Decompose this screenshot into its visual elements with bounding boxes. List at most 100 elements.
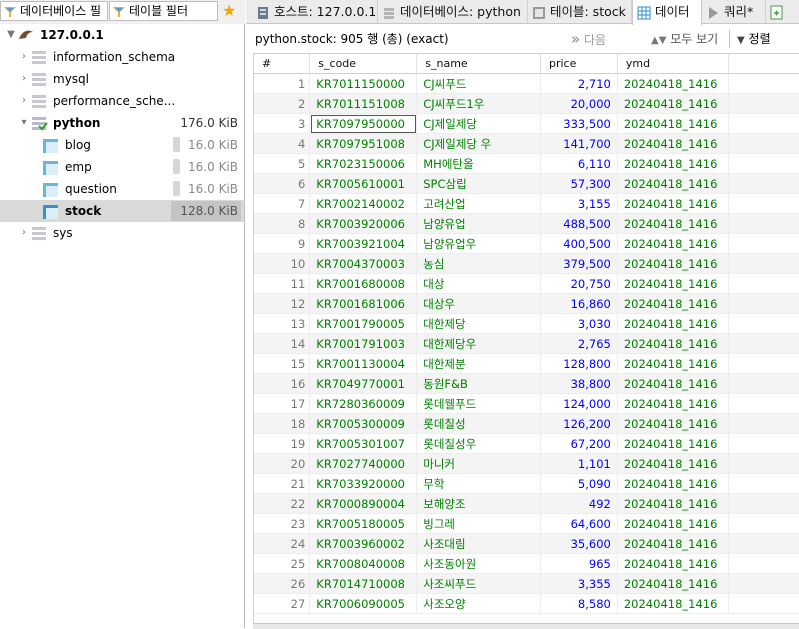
row-number-cell[interactable]: 8 [254,213,311,234]
table-row[interactable]: 4 KR7097951008 CJ제일제당 우 141,700 20240418_141… [254,133,799,154]
ymd-cell[interactable]: 20240418_1416 [617,493,729,514]
row-number-cell[interactable]: 13 [254,313,311,334]
row-number-cell[interactable]: 22 [254,493,311,514]
tree-table-blog[interactable]: blog 16.0 KiB [0,134,244,156]
s_name-cell[interactable]: 사조대림 [416,533,541,554]
horizontal-scrollbar[interactable] [253,623,799,629]
chevron-right-icon[interactable]: › [18,90,30,112]
s_code-cell[interactable]: KR7033920000 [309,473,418,494]
s_code-cell[interactable]: KR7005610001 [309,173,418,194]
s_name-cell[interactable]: 롯데칠성우 [416,433,541,454]
tree-db-performance-schema[interactable]: › performance_sche... [0,90,244,112]
s_name-cell[interactable]: 농심 [416,253,541,274]
s_code-cell[interactable]: KR7001791003 [309,333,418,354]
row-number-cell[interactable]: 9 [254,233,311,254]
s_code-cell[interactable]: KR7280360009 [309,393,418,414]
row-number-cell[interactable]: 6 [254,173,311,194]
s_name-cell[interactable]: 동원F&B [416,373,541,394]
price-cell[interactable]: 2,710 [540,73,618,94]
ymd-cell[interactable]: 20240418_1416 [617,473,729,494]
table-row[interactable]: 22 KR7000890004 보해양조 492 20240418_1416 [254,493,799,514]
s_code-cell[interactable]: KR7004370003 [309,253,418,274]
ymd-cell[interactable]: 20240418_1416 [617,113,729,134]
column-header-s_name[interactable]: s_name [416,54,541,74]
s_code-cell[interactable]: KR7005180005 [309,513,418,534]
sort-button[interactable]: ▼ 정렬 [737,30,771,47]
ymd-cell[interactable]: 20240418_1416 [617,533,729,554]
next-button[interactable]: » 다음 [571,30,606,48]
s_name-cell[interactable]: 대상우 [416,293,541,314]
table-row[interactable]: 6 KR7005610001 SPC삼립 57,300 20240418_1416 [254,173,799,194]
tree-db-mysql[interactable]: › mysql [0,68,244,90]
table-row[interactable]: 17 KR7280360009 롯데웰푸드 124,000 20240418_1416 [254,393,799,414]
row-number-cell[interactable]: 11 [254,273,311,294]
table-row[interactable]: 2 KR7011151008 CJ씨푸드1우 20,000 20240418_1416 [254,93,799,114]
s_name-cell[interactable]: 빙그레 [416,513,541,534]
price-cell[interactable]: 333,500 [540,113,618,134]
ymd-cell[interactable]: 20240418_1416 [617,393,729,414]
ymd-cell[interactable]: 20240418_1416 [617,573,729,594]
s_code-cell[interactable]: KR7097951008 [309,133,418,154]
row-number-cell[interactable]: 24 [254,533,311,554]
ymd-cell[interactable]: 20240418_1416 [617,333,729,354]
table-row[interactable]: 15 KR7001130004 대한제분 128,800 20240418_1416 [254,353,799,374]
table-row[interactable]: 1 KR7011150000 CJ씨푸드 2,710 20240418_1416 [254,73,799,94]
s_code-cell[interactable]: KR7003920006 [309,213,418,234]
s_code-cell[interactable]: KR7008040008 [309,553,418,574]
price-cell[interactable]: 128,800 [540,353,618,374]
row-number-cell[interactable]: 5 [254,153,311,174]
row-number-cell[interactable]: 3 [254,113,311,134]
price-cell[interactable]: 400,500 [540,233,618,254]
row-number-cell[interactable]: 16 [254,373,311,394]
table-row[interactable]: 12 KR7001681006 대상우 16,860 20240418_1416 [254,293,799,314]
row-number-cell[interactable]: 27 [254,593,311,614]
ymd-cell[interactable]: 20240418_1416 [617,173,729,194]
row-number-cell[interactable]: 18 [254,413,311,434]
tab-host[interactable]: 호스트: 127.0.0.1 [252,0,378,24]
ymd-cell[interactable]: 20240418_1416 [617,213,729,234]
column-header-ymd[interactable]: ymd [617,54,729,74]
ymd-cell[interactable]: 20240418_1416 [617,353,729,374]
price-cell[interactable]: 1,101 [540,453,618,474]
ymd-cell[interactable]: 20240418_1416 [617,133,729,154]
chevron-right-icon[interactable]: › [18,46,30,68]
chevron-right-icon[interactable]: › [18,68,30,90]
show-all-button[interactable]: ▲▼ 모두 보기 [651,30,718,47]
table-row[interactable]: 10 KR7004370003 농심 379,500 20240418_1416 [254,253,799,274]
chevron-down-icon[interactable]: ▼ [5,24,17,46]
table-row[interactable]: 5 KR7023150006 MH에탄올 6,110 20240418_1416 [254,153,799,174]
table-row[interactable]: 3 KR7097950000 CJ제일제당 333,500 20240418_1416 [254,113,799,134]
tree-db-python[interactable]: ▾ python 176.0 KiB [0,112,244,134]
table-row[interactable]: 9 KR7003921004 남양유업우 400,500 20240418_1416 [254,233,799,254]
s_code-cell[interactable]: KR7097950000 [309,113,418,134]
s_code-cell[interactable]: KR7002140002 [309,193,418,214]
price-cell[interactable]: 3,155 [540,193,618,214]
table-row[interactable]: 11 KR7001680008 대상 20,750 20240418_1416 [254,273,799,294]
data-grid[interactable]: # s_code s_name price ymd 1 KR7011150000 C… [253,53,799,623]
s_code-cell[interactable]: KR7027740000 [309,453,418,474]
favorite-star-icon[interactable]: ★ [222,3,236,19]
price-cell[interactable]: 141,700 [540,133,618,154]
table-row[interactable]: 27 KR7006090005 사조오양 8,580 20240418_1416 [254,593,799,614]
price-cell[interactable]: 3,355 [540,573,618,594]
row-number-cell[interactable]: 7 [254,193,311,214]
s_code-cell[interactable]: KR7001130004 [309,353,418,374]
s_name-cell[interactable]: 남양유업우 [416,233,541,254]
ymd-cell[interactable]: 20240418_1416 [617,453,729,474]
price-cell[interactable]: 126,200 [540,413,618,434]
s_code-cell[interactable]: KR7023150006 [309,153,418,174]
s_name-cell[interactable]: 고려산업 [416,193,541,214]
s_code-cell[interactable]: KR7006090005 [309,593,418,614]
ymd-cell[interactable]: 20240418_1416 [617,273,729,294]
ymd-cell[interactable]: 20240418_1416 [617,73,729,94]
tab-database[interactable]: 데이터베이스: python [378,0,528,24]
s_name-cell[interactable]: 사조오양 [416,593,541,614]
s_code-cell[interactable]: KR7014710008 [309,573,418,594]
price-cell[interactable]: 124,000 [540,393,618,414]
chevron-right-icon[interactable]: › [18,222,30,244]
s_name-cell[interactable]: 대상 [416,273,541,294]
s_name-cell[interactable]: CJ씨푸드1우 [416,93,541,114]
s_name-cell[interactable]: CJ제일제당 우 [416,133,541,154]
s_name-cell[interactable]: 대한제분 [416,353,541,374]
ymd-cell[interactable]: 20240418_1416 [617,153,729,174]
